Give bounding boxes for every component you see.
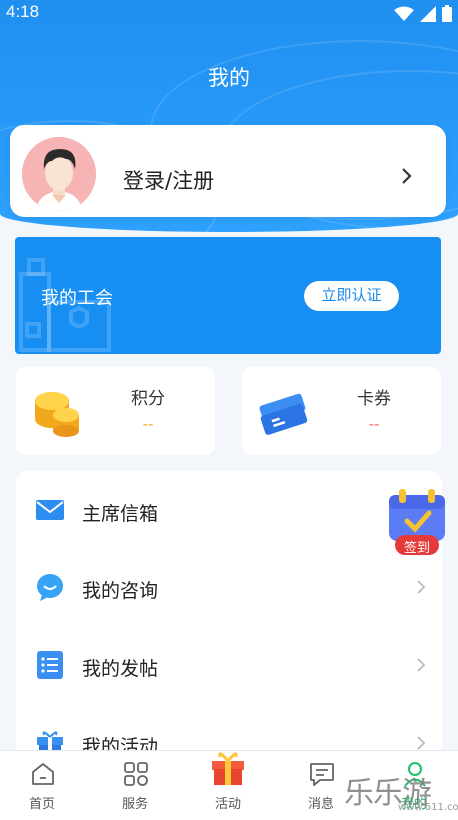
profile-card[interactable]: 登录/注册	[10, 125, 446, 217]
coupon-label: 卡券	[357, 389, 391, 409]
watermark: 乐乐游戏 www.611.com	[340, 764, 458, 820]
menu-item-posts[interactable]: 我的发帖	[16, 629, 442, 699]
menu-item-consult[interactable]: 我的咨询	[16, 551, 442, 621]
tab-label: 活动	[214, 797, 241, 812]
page-title: 我的	[208, 66, 250, 90]
ticket-icon	[259, 393, 308, 435]
login-register-link[interactable]: 登录/注册	[123, 165, 214, 195]
home-icon	[32, 763, 54, 785]
mail-icon	[36, 500, 64, 520]
coins-icon	[35, 392, 79, 437]
battery-icon	[442, 5, 452, 22]
union-card[interactable]: 我的工会 立即认证	[15, 237, 441, 354]
tab-activity[interactable]: 活动	[188, 751, 268, 820]
watermark-url: www.611.com	[398, 802, 458, 813]
tab-home[interactable]: 首页	[2, 751, 82, 820]
signin-label: 签到	[403, 541, 430, 556]
points-value: --	[142, 415, 154, 433]
menu-item-mailbox[interactable]: 主席信箱	[16, 474, 442, 544]
gift-box-icon	[212, 752, 244, 785]
grid-icon	[124, 762, 148, 786]
verify-button[interactable]: 立即认证	[304, 281, 399, 311]
chevron-right-icon[interactable]	[396, 166, 416, 186]
wifi-icon	[394, 6, 414, 21]
coupon-value: --	[368, 415, 380, 433]
points-label: 积分	[131, 389, 165, 409]
tab-label: 服务	[121, 797, 148, 812]
chevron-right-icon	[417, 580, 426, 594]
chevron-right-icon	[417, 658, 426, 672]
signin-button[interactable]: 签到	[385, 487, 449, 557]
points-card[interactable]: 积分 --	[16, 367, 215, 455]
tab-label: 首页	[28, 797, 55, 812]
avatar[interactable]	[22, 137, 96, 211]
menu-item-label: 我的咨询	[82, 580, 159, 602]
menu-item-label: 主席信箱	[82, 503, 159, 525]
union-label: 我的工会	[41, 288, 113, 309]
menu-list: 主席信箱 我的咨询 我的发帖 我的活动	[16, 471, 442, 761]
status-time: 4:18	[6, 2, 40, 21]
message-icon	[310, 763, 334, 786]
menu-item-label: 我的发帖	[82, 658, 159, 680]
list-icon	[37, 651, 63, 679]
signal-icon	[420, 5, 436, 22]
tab-service[interactable]: 服务	[95, 751, 175, 820]
status-bar: 4:18	[0, 0, 458, 26]
coupon-card[interactable]: 卡券 --	[242, 367, 441, 455]
chat-bubble-icon	[37, 574, 63, 601]
